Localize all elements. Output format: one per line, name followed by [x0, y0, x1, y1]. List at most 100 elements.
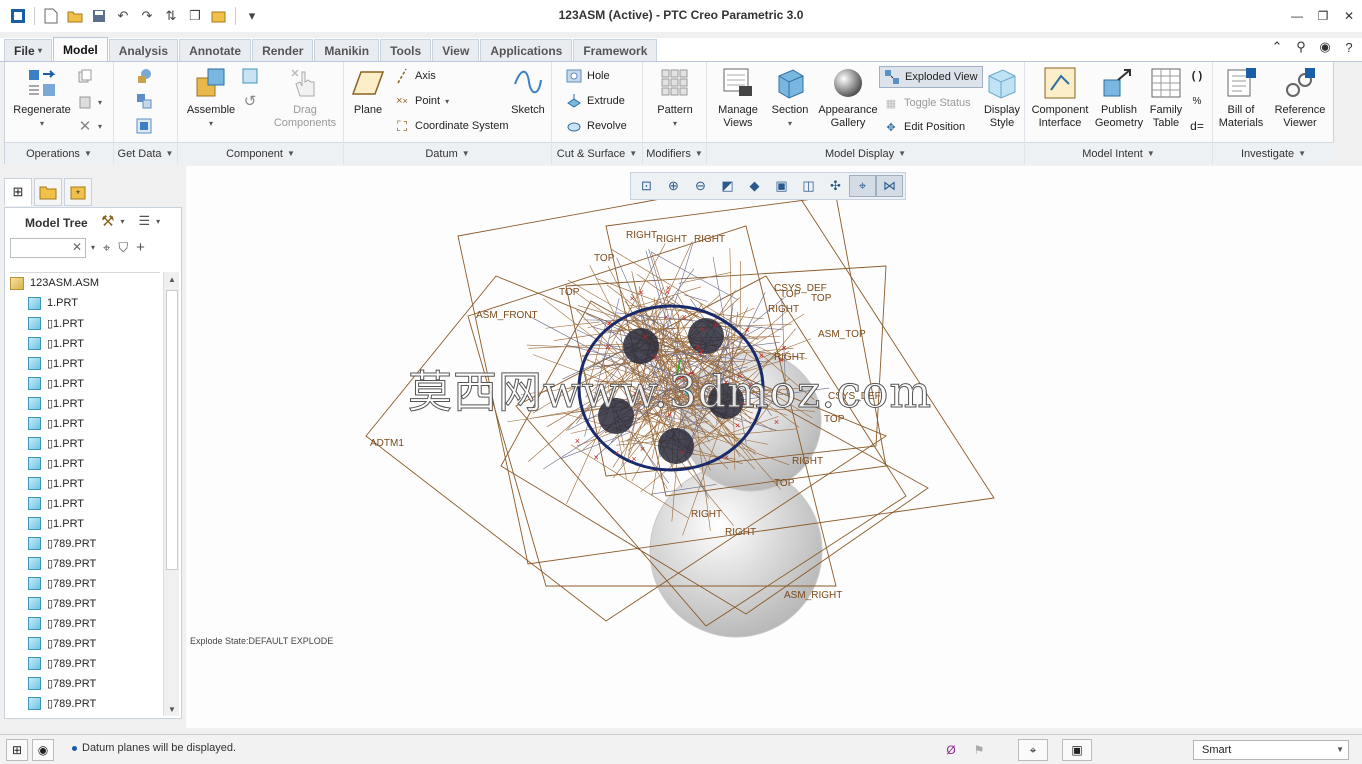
plane-button[interactable]: Plane — [348, 66, 388, 117]
tree-root-item[interactable]: 123ASM.ASM — [10, 273, 160, 293]
graphics-window[interactable]: × × × × × × × × × × × × × × × × × × × × × × × × × × × × × × × × × × × × × × × ×… — [186, 166, 1362, 728]
exploded-view-button[interactable]: Exploded View — [879, 66, 983, 88]
save-icon[interactable] — [89, 6, 109, 26]
bill-of-materials-button[interactable]: Bill of Materials — [1215, 66, 1267, 130]
settings-tools-icon[interactable]: ⚒ — [101, 212, 114, 230]
model-scene[interactable]: ××××××××××××××××××××××××× ×× ×××××××××××××… — [186, 166, 1362, 728]
clear-search-icon[interactable]: ✕ — [72, 240, 82, 254]
toggle-navigator-icon[interactable]: ⊞ — [6, 739, 28, 761]
tree-item[interactable]: ▯1.PRT — [10, 513, 160, 533]
folder-browser-tab-icon[interactable] — [34, 178, 62, 206]
tree-item[interactable]: ▯789.PRT — [10, 653, 160, 673]
tree-item[interactable]: ▯1.PRT — [10, 313, 160, 333]
create-component-icon[interactable] — [242, 68, 258, 84]
tree-item[interactable]: ▯1.PRT — [10, 373, 160, 393]
redo-icon[interactable]: ↷ — [137, 6, 157, 26]
model-tree-scrollbar[interactable]: ▲ ▼ — [163, 272, 179, 716]
tree-item[interactable]: ▯789.PRT — [10, 533, 160, 553]
copy-geometry-icon[interactable] — [136, 93, 152, 109]
tree-item[interactable]: ▯1.PRT — [10, 493, 160, 513]
assemble-button[interactable]: Assemble ▾ — [182, 66, 240, 130]
filter-icon[interactable]: ⛉ — [118, 240, 128, 256]
favorites-tab-icon[interactable]: * — [64, 178, 92, 206]
tab-render[interactable]: Render — [252, 39, 314, 61]
collapse-ribbon-icon[interactable]: ⌃ — [1268, 38, 1286, 56]
section-button[interactable]: Section ▾ — [765, 66, 815, 130]
coordinate-system-button[interactable]: ⛶ Coordinate System — [394, 118, 508, 134]
group-footer-cut-surface[interactable]: Cut & Surface ▼ — [552, 142, 642, 164]
tree-item[interactable]: ▯1.PRT — [10, 333, 160, 353]
model-tree-search-input[interactable]: ✕ — [10, 238, 86, 258]
close-window-icon[interactable] — [209, 6, 229, 26]
regenerate-button[interactable]: Regenerate ▾ — [9, 66, 75, 130]
tree-item[interactable]: ▯1.PRT — [10, 453, 160, 473]
zoom-in-icon[interactable]: ⊕ — [660, 175, 687, 197]
community-icon[interactable]: ◉ — [1316, 38, 1334, 56]
shrinkwrap-icon[interactable] — [136, 118, 152, 134]
selection-filter-select[interactable]: Smart ▼ — [1193, 740, 1349, 760]
group-footer-datum[interactable]: Datum ▼ — [344, 142, 551, 164]
tab-model[interactable]: Model — [53, 37, 108, 61]
user-defined-feature-icon[interactable] — [136, 68, 152, 84]
delete-icon[interactable]: ✕ ▾ — [77, 118, 102, 135]
switch-dimensions-icon[interactable]: d= — [1189, 118, 1205, 134]
tree-item[interactable]: ▯789.PRT — [10, 693, 160, 713]
refit-icon[interactable]: ⊡ — [633, 175, 660, 197]
group-footer-get-data[interactable]: Get Data ▼ — [114, 142, 177, 164]
tab-file[interactable]: File ▾ — [4, 39, 53, 61]
edit-position-button[interactable]: ✥ Edit Position — [883, 119, 965, 135]
tree-item[interactable]: ▯1.PRT — [10, 473, 160, 493]
group-footer-operations[interactable]: Operations ▼ — [5, 142, 113, 164]
reference-viewer-button[interactable]: Reference Viewer — [1269, 66, 1331, 130]
extrude-button[interactable]: Extrude — [566, 93, 625, 109]
windows-icon[interactable]: ❐ — [185, 6, 205, 26]
minimize-icon[interactable]: — — [1284, 0, 1310, 32]
repaint-icon[interactable]: ◩ — [714, 175, 741, 197]
component-interface-button[interactable]: Component Interface — [1029, 66, 1091, 130]
tree-item[interactable]: 1.PRT — [10, 293, 160, 313]
tree-item[interactable]: ▯789.PRT — [10, 613, 160, 633]
manage-views-button[interactable]: Manage Views — [713, 66, 763, 130]
family-table-button[interactable]: Family Table — [1147, 66, 1185, 130]
group-footer-model-intent[interactable]: Model Intent ▼ — [1025, 142, 1212, 164]
display-style-button[interactable]: Display Style — [981, 66, 1023, 130]
selection-box-icon[interactable]: ▣ — [1062, 739, 1092, 761]
tab-view[interactable]: View — [432, 39, 480, 61]
show-list-icon[interactable]: ☰ — [138, 213, 150, 229]
add-icon[interactable]: + — [136, 239, 145, 256]
search-dropdown-icon[interactable]: ▾ — [91, 243, 95, 252]
tab-framework[interactable]: Framework — [573, 39, 658, 61]
model-tree-tab-icon[interactable]: ⊞ — [4, 178, 32, 206]
scroll-up-icon[interactable]: ▲ — [164, 272, 180, 286]
undo-icon[interactable]: ↶ — [113, 6, 133, 26]
pattern-button[interactable]: Pattern ▾ — [649, 66, 701, 130]
open-folder-icon[interactable] — [65, 6, 85, 26]
hole-button[interactable]: Hole — [566, 68, 610, 84]
tree-item[interactable]: ▯789.PRT — [10, 573, 160, 593]
toggle-status-button[interactable]: ▦ Toggle Status — [883, 95, 971, 111]
flag-icon[interactable]: ⚑ — [968, 739, 990, 761]
drag-components-button[interactable]: Drag Components — [270, 66, 340, 130]
tab-tools[interactable]: Tools — [380, 39, 432, 61]
annotation-display-icon[interactable]: ⋈ — [876, 175, 903, 197]
find-binoculars-icon[interactable]: ⌖ — [103, 240, 110, 256]
tab-annotate[interactable]: Annotate — [179, 39, 252, 61]
relations-icon[interactable]: ( ) — [1189, 68, 1205, 84]
revolve-button[interactable]: Revolve — [566, 118, 627, 134]
tree-item[interactable]: ▯1.PRT — [10, 433, 160, 453]
regenerate-quick-icon[interactable]: ⇅ — [161, 6, 181, 26]
axis-button[interactable]: Axis — [394, 68, 436, 84]
maximize-icon[interactable]: ❐ — [1310, 0, 1336, 32]
sketch-button[interactable]: Sketch — [508, 66, 548, 117]
group-footer-investigate[interactable]: Investigate ▼ — [1213, 142, 1334, 164]
tree-item[interactable]: ▯789.PRT — [10, 633, 160, 653]
scroll-down-icon[interactable]: ▼ — [164, 702, 180, 716]
zoom-out-icon[interactable]: ⊖ — [687, 175, 714, 197]
copy-icon[interactable] — [77, 68, 93, 84]
tab-analysis[interactable]: Analysis — [108, 39, 179, 61]
tree-item[interactable]: ▯789.PRT — [10, 673, 160, 693]
tree-item[interactable]: ▯1.PRT — [10, 413, 160, 433]
search-icon[interactable]: ⚲ — [1292, 38, 1310, 56]
help-icon[interactable]: ? — [1340, 38, 1358, 56]
customize-toolbar-icon[interactable]: ▾ — [242, 6, 262, 26]
